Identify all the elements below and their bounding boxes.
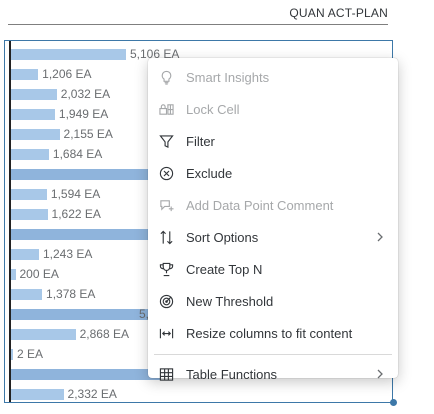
menu-item-table-functions[interactable]: Table Functions — [148, 358, 398, 390]
bar-value-label: 1,684 EA — [52, 147, 103, 161]
bar[interactable] — [11, 369, 161, 380]
menu-item-label: Sort Options — [186, 229, 259, 245]
bar-value-label: 2,332 EA — [67, 387, 117, 401]
menu-item-label: Add Data Point Comment — [186, 197, 334, 213]
bar-value-label: 2,155 EA — [63, 127, 113, 141]
bar[interactable] — [11, 149, 49, 160]
resize-columns-icon — [158, 325, 174, 341]
context-menu: Smart Insights Lock Cell Filter Exclude … — [148, 58, 398, 382]
bar[interactable] — [11, 389, 64, 400]
comment-icon — [158, 197, 174, 213]
bar-value-label: 2,868 EA — [79, 327, 129, 341]
bar[interactable] — [11, 49, 126, 60]
menu-item-label: Create Top N — [186, 261, 263, 277]
lightbulb-icon — [158, 69, 174, 85]
bar[interactable] — [11, 249, 39, 260]
sort-icon — [158, 229, 174, 245]
menu-item-lock-cell: Lock Cell — [148, 93, 398, 125]
chevron-right-icon — [377, 369, 383, 379]
filter-icon — [158, 133, 174, 149]
bar[interactable] — [11, 349, 13, 360]
threshold-icon — [158, 293, 174, 309]
bar[interactable] — [11, 69, 39, 80]
bar[interactable] — [11, 209, 48, 220]
bar[interactable] — [11, 269, 16, 280]
header-divider — [8, 24, 388, 25]
menu-item-label: Table Functions — [186, 366, 278, 382]
menu-item-new-threshold[interactable]: New Threshold — [148, 285, 398, 317]
menu-item-label: Resize columns to fit content — [186, 325, 353, 341]
bar[interactable] — [11, 129, 60, 140]
menu-item-add-comment: Add Data Point Comment — [148, 189, 398, 221]
bar[interactable] — [11, 189, 47, 200]
bar-value-label: 200 EA — [19, 267, 59, 281]
trophy-icon — [158, 261, 174, 277]
menu-item-create-top-n[interactable]: Create Top N — [148, 253, 398, 285]
lock-cell-icon — [158, 101, 174, 117]
bar[interactable] — [11, 229, 161, 240]
menu-item-label: Lock Cell — [186, 101, 240, 117]
menu-item-sort-options[interactable]: Sort Options — [148, 221, 398, 253]
bar-value-label: 1,949 EA — [58, 107, 109, 121]
bar-value-label: 2 EA — [17, 347, 44, 361]
column-header: QUAN ACT-PLAN — [289, 6, 388, 20]
bar-value-label: 1,594 EA — [50, 187, 101, 201]
chevron-right-icon — [377, 232, 383, 242]
table-icon — [158, 366, 174, 382]
bar[interactable] — [11, 289, 43, 300]
menu-item-label: Exclude — [186, 165, 233, 181]
exclude-icon — [158, 165, 174, 181]
menu-item-label: Filter — [186, 133, 215, 149]
bar[interactable] — [11, 89, 57, 100]
chart-resize-handle[interactable] — [390, 399, 397, 406]
bar-value-label: 1,243 EA — [42, 247, 93, 261]
bar[interactable] — [11, 109, 55, 120]
menu-item-exclude[interactable]: Exclude — [148, 157, 398, 189]
menu-item-label: New Threshold — [186, 293, 274, 309]
bar-value-label: 1,206 EA — [42, 67, 92, 81]
bar-value-label: 1,378 EA — [46, 287, 96, 301]
bar-value-label: 2,032 EA — [60, 87, 111, 101]
menu-separator — [154, 354, 392, 355]
bar[interactable] — [11, 169, 161, 180]
bar-value-label: 1,622 EA — [51, 207, 101, 221]
menu-item-label: Smart Insights — [186, 69, 270, 85]
menu-item-smart-insights: Smart Insights — [148, 61, 398, 93]
bar[interactable] — [11, 329, 76, 340]
menu-item-filter[interactable]: Filter — [148, 125, 398, 157]
menu-item-resize-columns[interactable]: Resize columns to fit content — [148, 317, 398, 349]
